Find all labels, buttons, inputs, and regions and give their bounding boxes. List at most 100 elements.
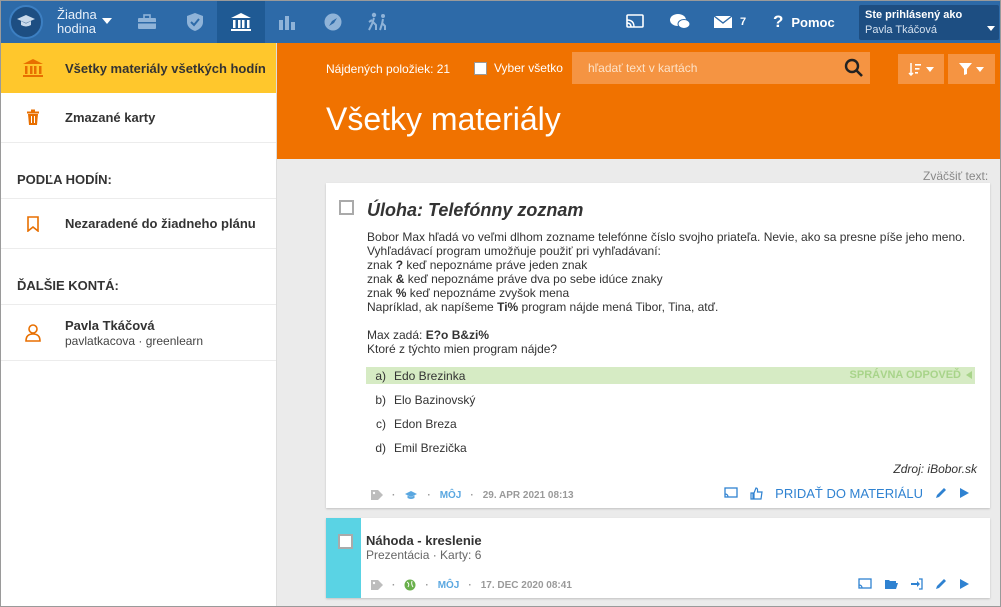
user-menu[interactable]: Ste prihlásený ako Pavla Tkáčová bbox=[859, 5, 999, 40]
body-line: Bobor Max hľadá vo veľmi dlhom zozname t… bbox=[367, 230, 966, 244]
rule-line: znak & keď nepoznáme práve dva po sebe i… bbox=[367, 272, 977, 286]
source-label: Zdroj: iBobor.sk bbox=[893, 462, 977, 476]
lesson-selector[interactable]: Žiadna hodina bbox=[57, 8, 97, 36]
messages-button[interactable]: 7 bbox=[713, 1, 746, 43]
card-meta: · · MÔJ · 29. APR 2021 08:13 bbox=[371, 487, 574, 503]
example-symbol: Ti% bbox=[497, 300, 519, 314]
lesson-line-2: hodina bbox=[57, 21, 97, 36]
trash-icon bbox=[1, 109, 65, 126]
pencil-icon[interactable] bbox=[935, 578, 947, 590]
bar-chart-icon[interactable] bbox=[263, 1, 311, 43]
sidebar-item-all-materials[interactable]: Všetky materiály všetkých hodín bbox=[1, 43, 276, 93]
separator: · bbox=[392, 489, 396, 501]
card-title: Náhoda - kreslenie bbox=[366, 533, 482, 548]
zoom-text-control[interactable]: Zväčšiť text: bbox=[923, 169, 988, 183]
play-icon[interactable] bbox=[959, 487, 970, 499]
briefcase-icon[interactable] bbox=[123, 1, 171, 43]
card-date: 17. DEC 2020 08:41 bbox=[480, 579, 572, 591]
separator: · bbox=[392, 579, 396, 591]
separator: · bbox=[468, 579, 472, 591]
filter-icon bbox=[959, 63, 972, 75]
filter-button[interactable] bbox=[948, 54, 995, 84]
sort-button[interactable] bbox=[898, 54, 944, 84]
answer-option[interactable]: a) Edo Brezinka SPRÁVNA ODPOVEĎ bbox=[366, 367, 975, 384]
answer-option[interactable]: d) Emil Brezička bbox=[366, 439, 975, 456]
material-card[interactable]: Náhoda - kreslenie Prezentácia · Karty: … bbox=[326, 518, 990, 598]
rule-text: keď nepoznáme zvyšok mena bbox=[406, 286, 570, 300]
people-walking-icon[interactable] bbox=[354, 1, 402, 43]
card-subtitle: Prezentácia · Karty: 6 bbox=[366, 548, 482, 562]
user-name: Pavla Tkáčová bbox=[865, 24, 937, 36]
tag-icon[interactable] bbox=[371, 580, 383, 590]
card-checkbox[interactable] bbox=[339, 200, 354, 215]
lesson-line-1: Žiadna bbox=[57, 7, 97, 22]
rule-line: znak ? keď nepoznáme práve jeden znak bbox=[367, 258, 977, 272]
thumbs-up-icon[interactable] bbox=[750, 486, 763, 500]
sidebar-item-label: Nezaradené do žiadneho plánu bbox=[65, 216, 256, 231]
select-all-checkbox[interactable]: Vyber všetko bbox=[474, 61, 563, 75]
rule-prefix: znak bbox=[367, 272, 396, 286]
separator: · bbox=[427, 489, 431, 501]
separator: · bbox=[470, 489, 474, 501]
help-label: Pomoc bbox=[791, 14, 835, 30]
search-input[interactable]: hľadať text v kartách bbox=[572, 52, 870, 84]
globe-icon bbox=[404, 579, 416, 591]
body-line: Vyhľadávací program umožňuje použiť pri … bbox=[367, 244, 661, 258]
checkbox-box bbox=[474, 61, 487, 75]
answer-option[interactable]: c) Edon Breza bbox=[366, 415, 975, 432]
institution-icon[interactable] bbox=[217, 1, 265, 43]
cast-icon[interactable] bbox=[625, 1, 645, 43]
chevron-down-icon[interactable] bbox=[102, 18, 112, 24]
shield-icon[interactable] bbox=[171, 1, 219, 43]
pencil-icon[interactable] bbox=[935, 487, 947, 499]
query-prefix: Max zadá: bbox=[367, 328, 426, 342]
card-actions: PRIDAŤ DO MATERIÁLU bbox=[724, 485, 970, 501]
sort-icon bbox=[908, 63, 921, 76]
owner-label: MÔJ bbox=[439, 489, 462, 501]
user-icon bbox=[1, 323, 65, 342]
answer-list: a) Edo Brezinka SPRÁVNA ODPOVEĎ b) Elo B… bbox=[366, 367, 975, 463]
triangle-left-icon bbox=[966, 371, 972, 379]
sidebar-item-unassigned[interactable]: Nezaradené do žiadneho plánu bbox=[1, 199, 276, 249]
tag-icon[interactable] bbox=[371, 490, 383, 500]
answer-option[interactable]: b) Elo Bazinovský bbox=[366, 391, 975, 408]
chat-icon[interactable] bbox=[669, 1, 691, 43]
cast-icon[interactable] bbox=[858, 578, 872, 590]
answer-letter: b) bbox=[375, 392, 386, 407]
correct-answer-label: SPRÁVNA ODPOVEĎ bbox=[849, 369, 961, 381]
add-to-material-button[interactable]: PRIDAŤ DO MATERIÁLU bbox=[775, 486, 923, 501]
help-button[interactable]: ? Pomoc bbox=[773, 1, 835, 43]
card-checkbox[interactable] bbox=[338, 534, 353, 549]
school-logo-icon[interactable] bbox=[9, 5, 43, 39]
select-all-label: Vyber všetko bbox=[494, 61, 563, 75]
answer-text: Edo Brezinka bbox=[394, 368, 466, 383]
messages-count: 7 bbox=[740, 16, 747, 28]
materials-header: Nájdených položiek: 21 Vyber všetko hľad… bbox=[277, 43, 1000, 159]
question-line: Ktoré z týchto mien program nájde? bbox=[367, 342, 558, 356]
compass-icon[interactable] bbox=[309, 1, 357, 43]
sidebar-item-deleted[interactable]: Zmazané karty bbox=[1, 93, 276, 143]
chevron-down-icon bbox=[987, 26, 995, 31]
material-card[interactable]: Úloha: Telefónny zoznam Bobor Max hľadá … bbox=[326, 183, 990, 508]
example-text: program nájde mená Tibor, Tina, atď. bbox=[518, 300, 719, 314]
rule-symbol: ? bbox=[395, 258, 404, 272]
cast-icon[interactable] bbox=[724, 487, 738, 499]
sidebar-item-label: Všetky materiály všetkých hodín bbox=[65, 60, 266, 76]
answer-letter: d) bbox=[375, 440, 386, 455]
card-actions bbox=[858, 576, 970, 592]
folder-open-icon[interactable] bbox=[884, 578, 898, 590]
chevron-down-icon bbox=[926, 66, 934, 72]
play-icon[interactable] bbox=[959, 578, 970, 590]
sidebar: Všetky materiály všetkých hodín Zmazané … bbox=[1, 43, 277, 606]
card-body: Bobor Max hľadá vo veľmi dlhom zozname t… bbox=[367, 230, 977, 356]
sign-in-icon[interactable] bbox=[910, 578, 923, 590]
owner-label: MÔJ bbox=[437, 579, 460, 591]
search-icon[interactable] bbox=[844, 58, 864, 81]
card-title: Úloha: Telefónny zoznam bbox=[367, 200, 584, 220]
page-title: Všetky materiály bbox=[326, 101, 561, 137]
account-sub: pavlatkacova · greenlearn bbox=[65, 333, 204, 348]
question-icon: ? bbox=[773, 12, 784, 31]
search-placeholder: hľadať text v kartách bbox=[588, 61, 698, 75]
example-line: Napríklad, ak napíšeme Ti% program nájde… bbox=[367, 300, 977, 314]
sidebar-item-account[interactable]: Pavla Tkáčová pavlatkacova · greenlearn bbox=[1, 305, 276, 361]
